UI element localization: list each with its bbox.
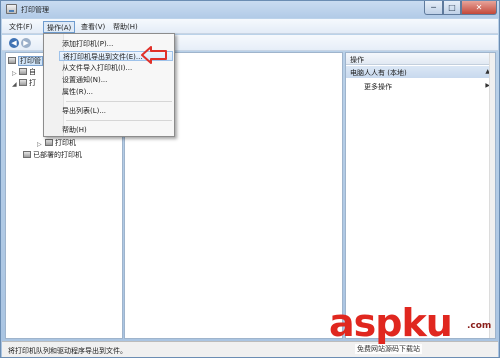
actions-header: 操作 bbox=[346, 53, 495, 65]
tree-item-deployed-printers[interactable]: 已部署的打印机 bbox=[23, 150, 82, 160]
collapse-icon[interactable]: ◢ bbox=[12, 81, 17, 88]
more-actions-link[interactable]: 更多操作 bbox=[364, 82, 392, 92]
menu-separator bbox=[66, 120, 172, 121]
watermark-domain: .com bbox=[467, 321, 492, 331]
menu-item-export-list[interactable]: 导出列表(L)... bbox=[62, 106, 174, 116]
printer-folder-icon bbox=[8, 57, 16, 64]
expand-icon[interactable]: ▷ bbox=[12, 70, 17, 77]
filter-folder-icon bbox=[19, 68, 27, 75]
actions-pane: 操作 电脑人人有 (本地) ▲ 更多操作 ▶ bbox=[345, 52, 496, 339]
annotation-arrow-icon bbox=[141, 46, 167, 64]
print-management-window: 打印管理 ─ □ ✕ 文件(F) 操作(A) 查看(V) 帮助(H) ◀ ▶ 打… bbox=[0, 0, 500, 358]
menu-item-import-printers[interactable]: 从文件导入打印机(I)... bbox=[62, 63, 174, 73]
menu-action[interactable]: 操作(A) bbox=[43, 21, 76, 33]
print-management-app-icon bbox=[6, 4, 17, 14]
close-button[interactable]: ✕ bbox=[461, 1, 497, 15]
printer-icon bbox=[45, 139, 53, 146]
menu-help[interactable]: 帮助(H) bbox=[110, 21, 141, 33]
menu-item-set-notifications[interactable]: 设置通知(N)... bbox=[62, 75, 174, 85]
tree-item-custom-filters[interactable]: 自 bbox=[19, 67, 36, 77]
menu-icon-gutter bbox=[44, 34, 64, 136]
actions-section-local[interactable]: 电脑人人有 (本地) ▲ bbox=[346, 66, 495, 78]
arrow-left-icon[interactable]: ◀ bbox=[9, 38, 19, 48]
watermark-caption: 免费网站源码下载站 bbox=[355, 344, 422, 354]
menu-item-properties[interactable]: 属性(R)... bbox=[62, 87, 174, 97]
minimize-button[interactable]: ─ bbox=[424, 1, 443, 15]
menu-bar: 文件(F) 操作(A) 查看(V) 帮助(H) bbox=[2, 19, 498, 34]
watermark-logo: aspku bbox=[329, 301, 453, 345]
server-folder-icon bbox=[19, 79, 27, 86]
deployed-printer-icon bbox=[23, 151, 31, 158]
menu-file[interactable]: 文件(F) bbox=[6, 21, 36, 33]
window-title: 打印管理 bbox=[21, 6, 49, 14]
menu-item-help[interactable]: 帮助(H) bbox=[62, 125, 174, 135]
title-bar: 打印管理 ─ □ ✕ bbox=[1, 1, 499, 18]
menu-separator bbox=[66, 101, 172, 102]
expand-icon[interactable]: ▷ bbox=[37, 141, 42, 148]
tree-item-printers[interactable]: 打印机 bbox=[45, 138, 76, 148]
arrow-right-icon[interactable]: ▶ bbox=[21, 38, 31, 48]
menu-view[interactable]: 查看(V) bbox=[78, 21, 108, 33]
actions-scrollbar[interactable] bbox=[489, 53, 495, 338]
tree-item-print-management[interactable]: 打印管 bbox=[8, 56, 43, 66]
tree-item-print-servers[interactable]: 打 bbox=[19, 78, 36, 88]
maximize-button[interactable]: □ bbox=[443, 1, 461, 15]
site-watermark: aspku .com 免费网站源码下载站 bbox=[329, 301, 497, 357]
